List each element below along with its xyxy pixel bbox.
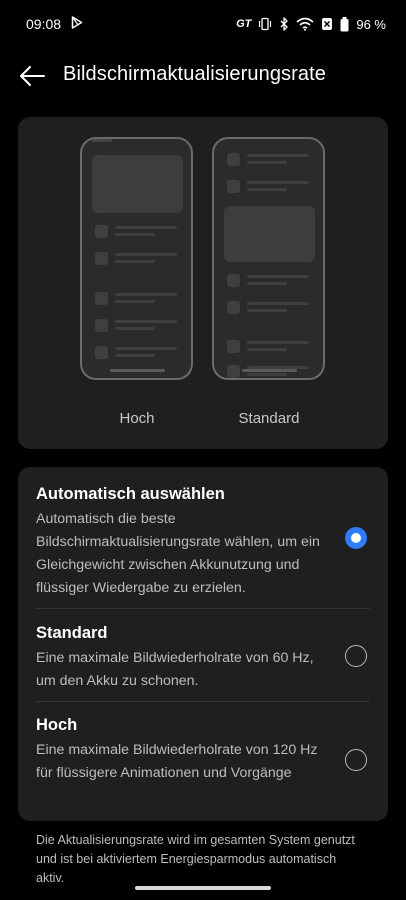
preview-list-row — [95, 252, 181, 266]
preview-phone-standard[interactable] — [212, 137, 325, 380]
preview-card: Hoch Standard — [18, 117, 388, 449]
vibrate-icon — [258, 17, 272, 31]
preview-list-row — [227, 274, 313, 288]
preview-list-row — [227, 365, 313, 378]
gt-badge: GT — [236, 18, 252, 30]
preview-label-standard: Standard — [238, 410, 300, 427]
option-description: Eine maximale Bildwiederholrate von 120 … — [36, 742, 318, 781]
preview-list-row — [95, 225, 181, 239]
play-store-icon — [71, 16, 83, 32]
arrow-left-icon — [20, 66, 45, 86]
battery-icon — [340, 16, 349, 32]
preview-list-row — [227, 153, 313, 167]
status-right: GT 96 % — [236, 16, 386, 32]
option-title: Automatisch auswählen — [36, 485, 225, 503]
preview-list-row — [95, 319, 181, 333]
preview-phone-high[interactable] — [80, 137, 193, 380]
option-description: Eine maximale Bildwiederholrate von 60 H… — [36, 650, 314, 689]
preview-list-row — [227, 340, 313, 354]
radio-auto[interactable] — [345, 527, 367, 549]
option-standard[interactable]: Standard Eine maximale Bildwiederholrate… — [18, 609, 388, 701]
no-sim-icon — [321, 17, 333, 31]
app-header: Bildschirmaktualisierungsrate — [0, 52, 406, 98]
status-time: 09:08 — [26, 16, 62, 32]
preview-list-row — [227, 180, 313, 194]
preview-list-row — [95, 346, 181, 360]
wifi-icon — [296, 17, 314, 31]
radio-standard[interactable] — [345, 645, 367, 667]
option-title: Hoch — [36, 716, 78, 734]
radio-high[interactable] — [345, 749, 367, 771]
option-auto[interactable]: Automatisch auswählen Automatisch die be… — [18, 467, 388, 608]
back-button[interactable] — [16, 60, 48, 92]
option-description: Automatisch die beste Bildschirmaktualis… — [36, 511, 320, 596]
status-left: 09:08 — [26, 16, 83, 32]
preview-label-high: Hoch — [119, 410, 155, 427]
refresh-rate-options: Automatisch auswählen Automatisch die be… — [18, 467, 388, 821]
option-title: Standard — [36, 624, 108, 642]
page-title: Bildschirmaktualisierungsrate — [63, 63, 327, 85]
gesture-nav-handle[interactable] — [135, 886, 271, 890]
battery-level: 96 % — [356, 16, 386, 32]
bluetooth-icon — [279, 17, 289, 31]
preview-list-row — [227, 301, 313, 315]
status-bar: 09:08 GT 96 % — [0, 0, 406, 48]
preview-image-block — [92, 155, 183, 213]
preview-image-block — [224, 206, 315, 262]
preview-list-row — [95, 292, 181, 306]
footer-note: Die Aktualisierungsrate wird im gesamten… — [36, 833, 355, 885]
option-high[interactable]: Hoch Eine maximale Bildwiederholrate von… — [18, 702, 388, 821]
